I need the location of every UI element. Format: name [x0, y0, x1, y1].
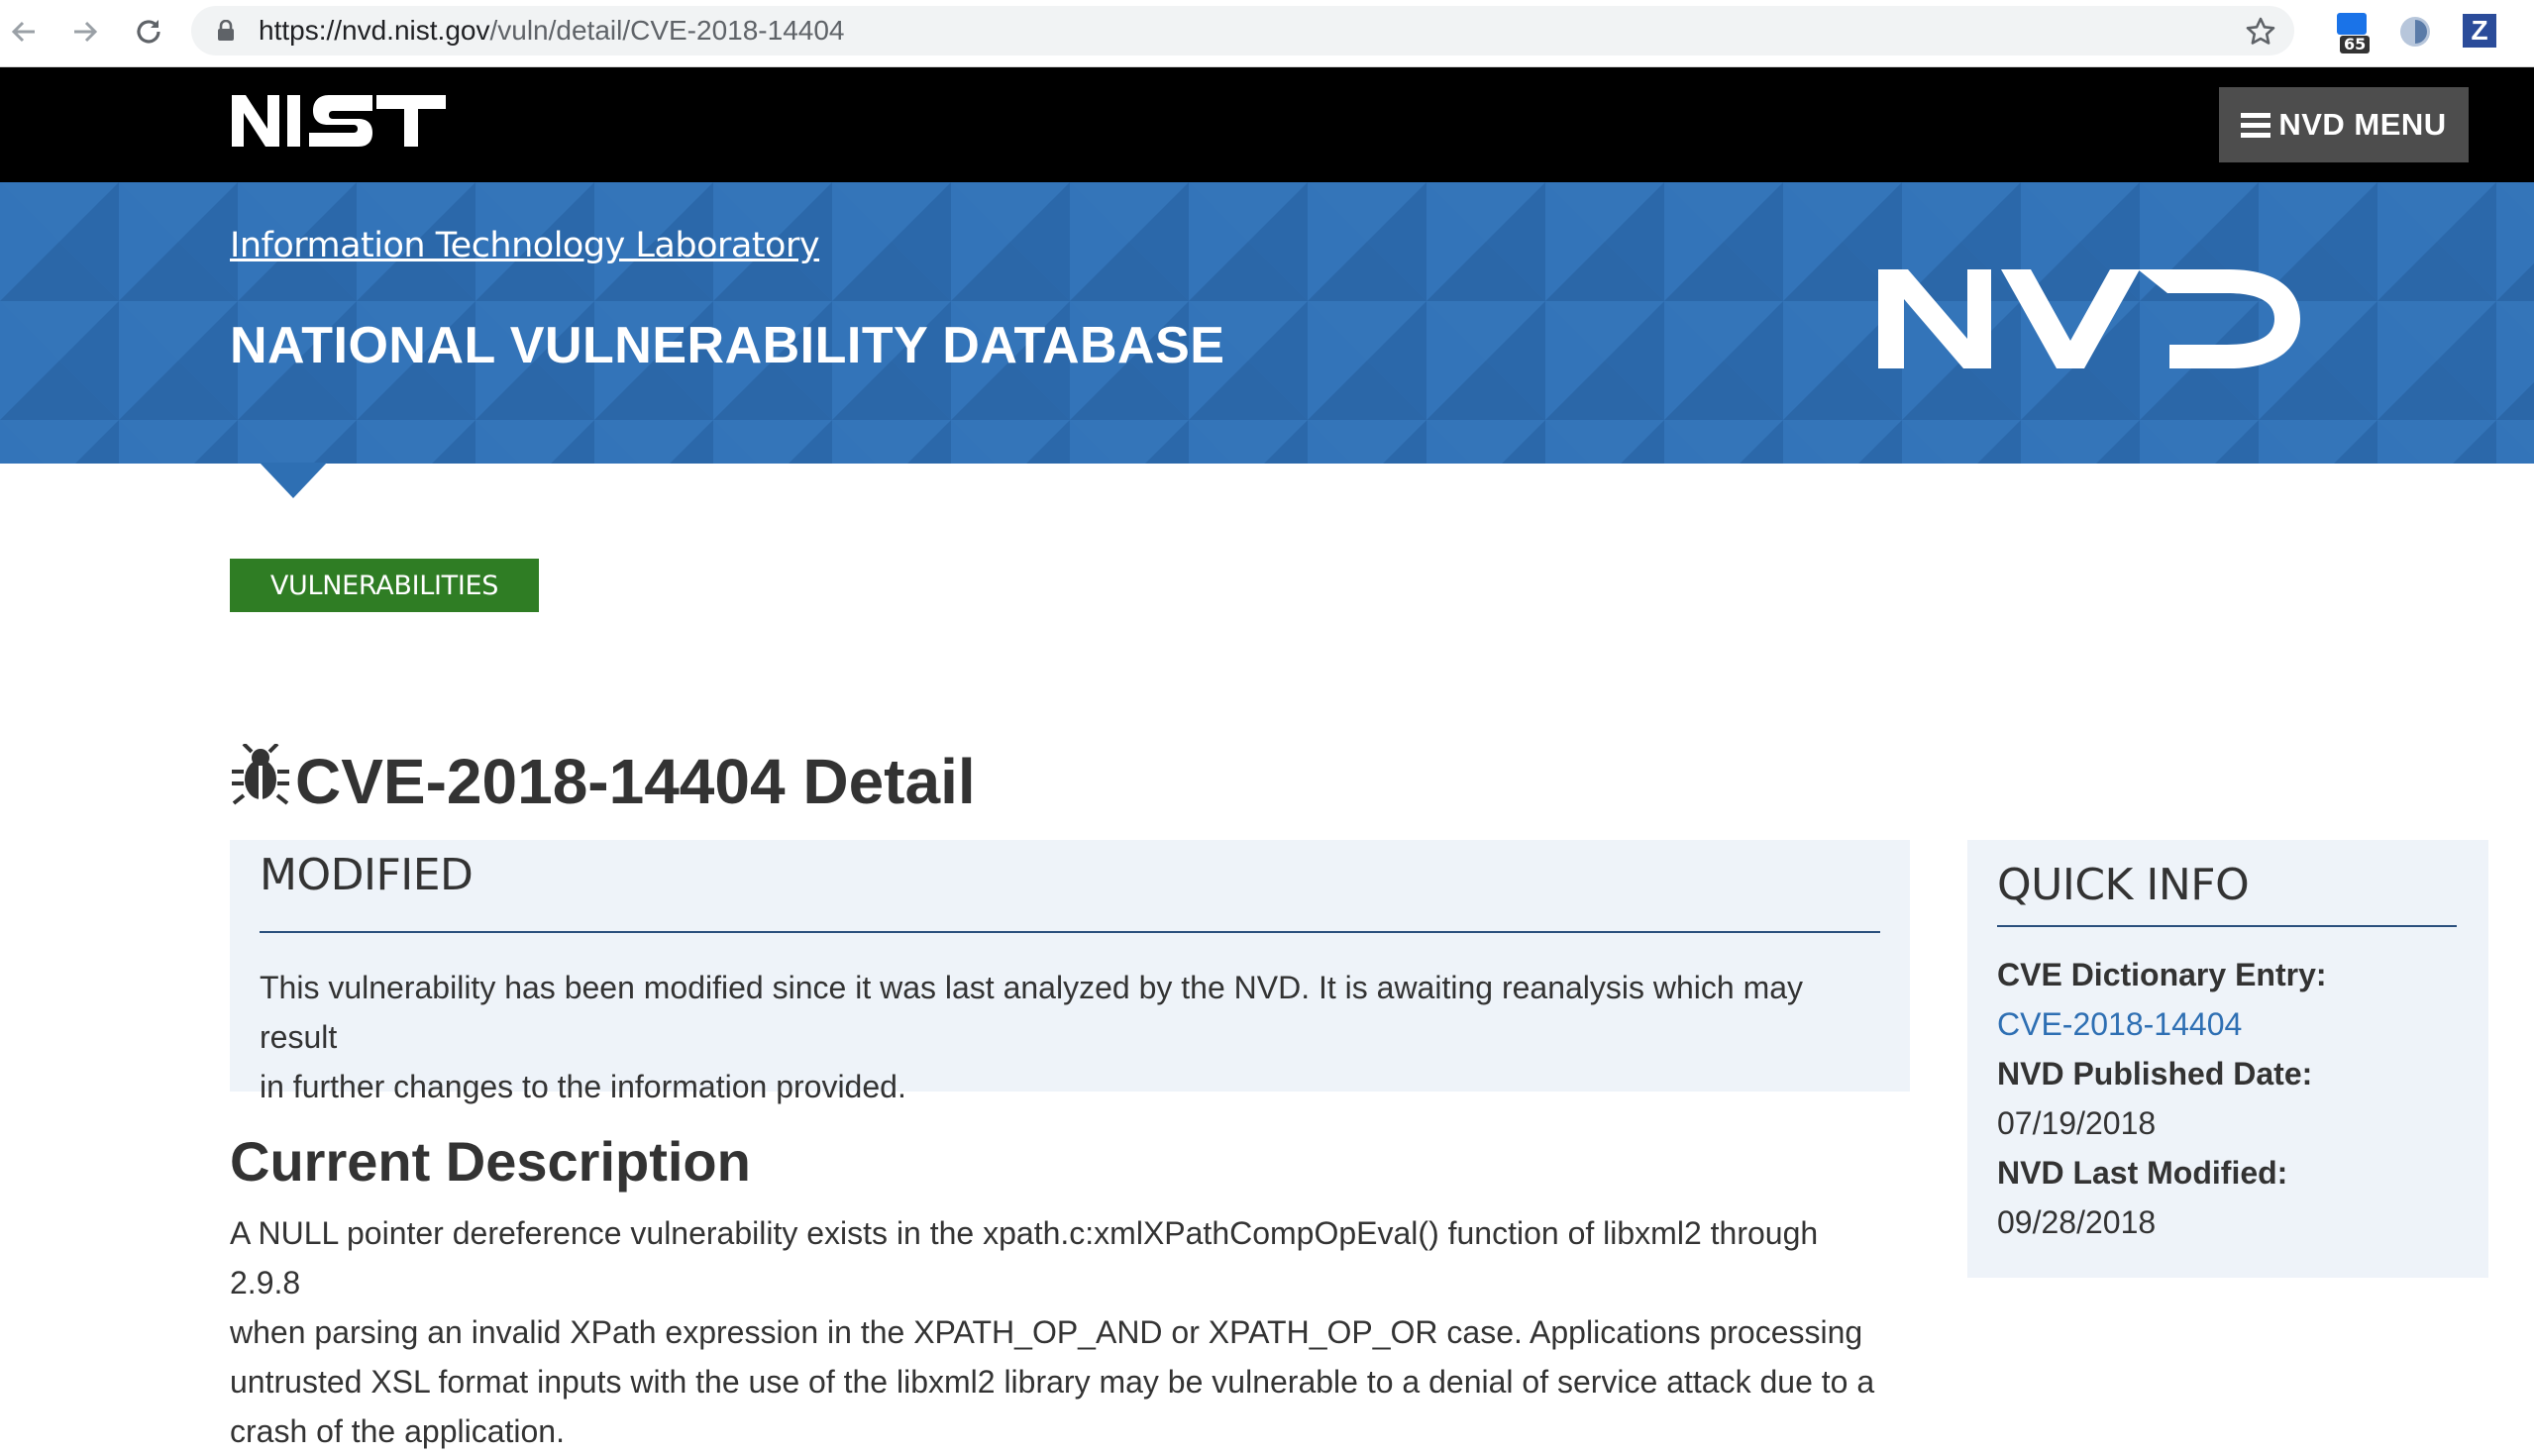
reload-icon[interactable] — [129, 12, 168, 52]
extension-badge: 65 — [2340, 36, 2371, 53]
extension-shield-icon[interactable] — [2395, 10, 2435, 53]
nvd-menu-label: NVD MENU — [2278, 107, 2447, 142]
breadcrumb-label: VULNERABILITIES — [269, 570, 499, 601]
nvd-site-title[interactable]: NATIONAL VULNERABILITY DATABASE — [230, 316, 1224, 375]
quick-info-heading: QUICK INFO — [1997, 860, 2250, 910]
nvd-logo[interactable] — [1872, 261, 2308, 379]
nvd-banner: Information Technology Laboratory NATION… — [0, 182, 2534, 464]
cve-entry-link[interactable]: CVE-2018-14404 — [1997, 1006, 2242, 1043]
page-title: CVE-2018-14404 Detail — [230, 742, 976, 820]
modified-line: in further changes to the information pr… — [260, 1069, 906, 1104]
url-host: https://nvd.nist.gov — [259, 15, 490, 46]
extension-z-icon[interactable]: Z — [2461, 10, 2500, 53]
address-bar[interactable]: https://nvd.nist.gov/vuln/detail/CVE-201… — [191, 6, 2294, 55]
modified-heading: MODIFIED — [260, 850, 474, 900]
extension-z-label: Z — [2463, 14, 2496, 48]
bookmark-star-icon[interactable] — [2245, 16, 2276, 52]
bug-icon — [230, 742, 291, 820]
description-line: untrusted XSL format inputs with the use… — [230, 1364, 1875, 1400]
back-icon[interactable] — [4, 12, 44, 52]
modified-notice: MODIFIED This vulnerability has been mod… — [230, 840, 1910, 1104]
description-heading: Current Description — [230, 1130, 751, 1193]
published-date-label: NVD Published Date: — [1997, 1056, 2313, 1092]
description-line: when parsing an invalid XPath expression… — [230, 1314, 1863, 1350]
description-line: A NULL pointer dereference vulnerability… — [230, 1215, 1819, 1300]
browser-toolbar: https://nvd.nist.gov/vuln/detail/CVE-201… — [0, 0, 2534, 67]
modified-line: This vulnerability has been modified sin… — [260, 970, 1804, 1055]
published-date-value: 07/19/2018 — [1997, 1105, 2157, 1141]
nvd-menu-button[interactable]: NVD MENU — [2219, 87, 2469, 162]
itl-link[interactable]: Information Technology Laboratory — [230, 226, 820, 265]
nist-logo[interactable] — [228, 87, 450, 157]
lock-icon — [217, 19, 235, 47]
divider — [1997, 925, 2457, 927]
divider — [260, 931, 1880, 933]
quick-info-panel: QUICK INFO CVE Dictionary Entry: CVE-201… — [1967, 840, 2488, 1278]
modified-text: This vulnerability has been modified sin… — [260, 963, 1884, 1111]
last-modified-value: 09/28/2018 — [1997, 1204, 2157, 1240]
forward-icon[interactable] — [65, 12, 105, 52]
page-title-text: CVE-2018-14404 Detail — [295, 746, 976, 817]
extension-chat-icon[interactable]: 65 — [2334, 10, 2374, 53]
url-text: https://nvd.nist.gov/vuln/detail/CVE-201… — [259, 16, 844, 46]
hamburger-icon — [2241, 112, 2271, 138]
cve-entry-label: CVE Dictionary Entry: — [1997, 957, 2327, 992]
banner-pointer — [260, 463, 327, 498]
breadcrumb-vulnerabilities[interactable]: VULNERABILITIES — [230, 559, 539, 612]
last-modified-label: NVD Last Modified: — [1997, 1155, 2288, 1191]
nist-header: NVD MENU — [0, 67, 2534, 182]
description-text: A NULL pointer dereference vulnerability… — [230, 1208, 1894, 1456]
url-path: /vuln/detail/CVE-2018-14404 — [489, 15, 845, 46]
description-line: crash of the application. — [230, 1413, 565, 1449]
